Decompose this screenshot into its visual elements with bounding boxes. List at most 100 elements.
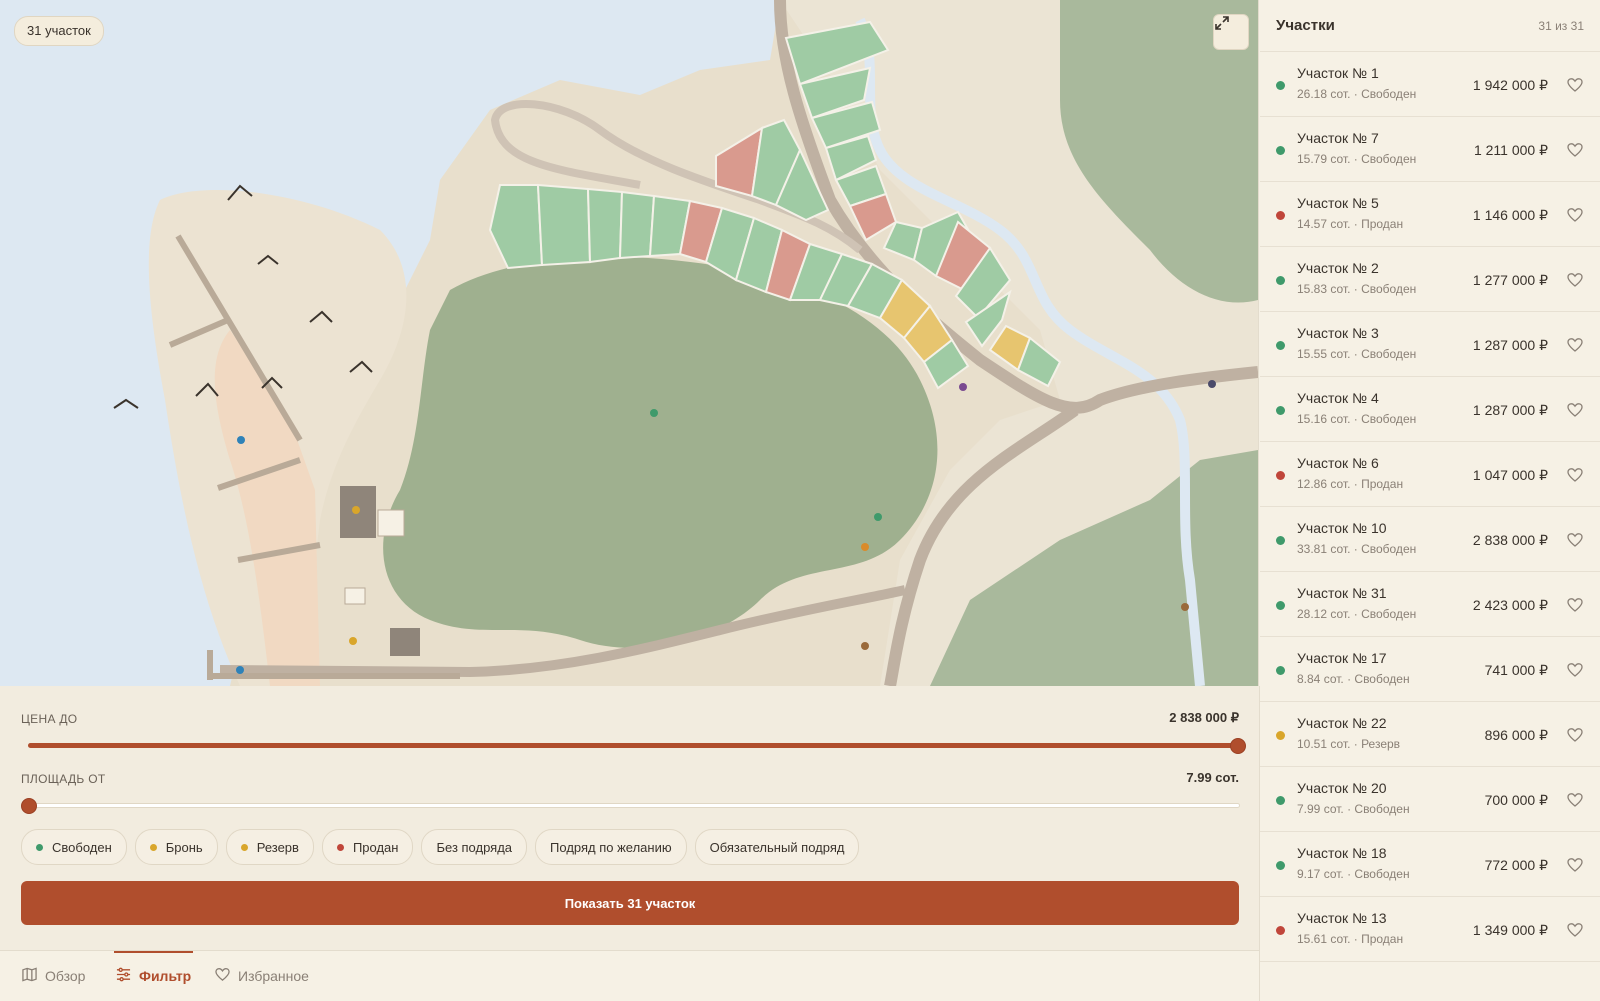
heart-icon[interactable] bbox=[1564, 204, 1586, 226]
site-map[interactable]: 31 участок bbox=[0, 0, 1259, 686]
chip-label: Свободен bbox=[52, 839, 112, 855]
chip-contract-optional[interactable]: Подряд по желанию bbox=[535, 829, 687, 865]
plot-price: 1 349 000 ₽ bbox=[1472, 922, 1548, 938]
chip-reserve[interactable]: Резерв bbox=[225, 829, 314, 865]
heart-icon[interactable] bbox=[1564, 724, 1586, 746]
building bbox=[377, 509, 405, 537]
status-chips: Свободен Бронь Резерв Продан Без подряда… bbox=[21, 829, 860, 865]
status-dot-icon bbox=[1276, 341, 1285, 350]
heart-icon[interactable] bbox=[1564, 464, 1586, 486]
tab-filter[interactable]: Фильтр bbox=[114, 951, 194, 1001]
poi-marker[interactable] bbox=[236, 666, 244, 674]
chip-sold[interactable]: Продан bbox=[321, 829, 414, 865]
plot-row[interactable]: Участок № 4 15.16 сот. · Свободен 1 287 … bbox=[1260, 377, 1600, 442]
heart-icon[interactable] bbox=[1564, 529, 1586, 551]
plot-name: Участок № 1 bbox=[1297, 65, 1379, 81]
heart-icon[interactable] bbox=[1564, 334, 1586, 356]
plot-row[interactable]: Участок № 1 26.18 сот. · Свободен 1 942 … bbox=[1260, 52, 1600, 117]
plot-price: 1 287 000 ₽ bbox=[1472, 402, 1548, 418]
status-dot-icon bbox=[1276, 926, 1285, 935]
plot-name: Участок № 4 bbox=[1297, 390, 1379, 406]
plot-price: 1 211 000 ₽ bbox=[1473, 142, 1548, 158]
plot-shape[interactable] bbox=[488, 184, 544, 270]
plot-row[interactable]: Участок № 17 8.84 сот. · Свободен 741 00… bbox=[1260, 637, 1600, 702]
building bbox=[344, 587, 366, 605]
panel-count: 31 из 31 bbox=[1538, 18, 1584, 33]
map-icon bbox=[22, 967, 37, 985]
poi-marker[interactable] bbox=[650, 409, 658, 417]
plot-row[interactable]: Участок № 5 14.57 сот. · Продан 1 146 00… bbox=[1260, 182, 1600, 247]
poi-marker[interactable] bbox=[349, 637, 357, 645]
plot-name: Участок № 6 bbox=[1297, 455, 1379, 471]
plot-name: Участок № 10 bbox=[1297, 520, 1387, 536]
plot-price: 896 000 ₽ bbox=[1484, 727, 1548, 743]
chip-booked[interactable]: Бронь bbox=[134, 829, 218, 865]
poi-marker[interactable] bbox=[861, 543, 869, 551]
area-slider-thumb[interactable] bbox=[21, 798, 37, 814]
plot-shape[interactable] bbox=[536, 183, 592, 267]
poi-marker[interactable] bbox=[1181, 603, 1189, 611]
plot-price: 1 287 000 ₽ bbox=[1472, 337, 1548, 353]
plot-row[interactable]: Участок № 2 15.83 сот. · Свободен 1 277 … bbox=[1260, 247, 1600, 312]
poi-marker[interactable] bbox=[352, 506, 360, 514]
price-slider[interactable] bbox=[28, 743, 1238, 748]
heart-icon[interactable] bbox=[1564, 74, 1586, 96]
plot-name: Участок № 22 bbox=[1297, 715, 1387, 731]
chip-free[interactable]: Свободен bbox=[21, 829, 127, 865]
plot-meta: 15.16 сот. · Свободен bbox=[1297, 412, 1417, 426]
heart-icon[interactable] bbox=[1564, 139, 1586, 161]
plot-row[interactable]: Участок № 20 7.99 сот. · Свободен 700 00… bbox=[1260, 767, 1600, 832]
plot-shape[interactable] bbox=[618, 190, 656, 260]
map-canvas[interactable] bbox=[0, 0, 1258, 686]
plot-row[interactable]: Участок № 6 12.86 сот. · Продан 1 047 00… bbox=[1260, 442, 1600, 507]
chip-no-contract[interactable]: Без подряда bbox=[421, 829, 528, 865]
poi-marker[interactable] bbox=[874, 513, 882, 521]
expand-button[interactable] bbox=[1213, 14, 1249, 50]
price-label: ЦЕНА ДО bbox=[21, 712, 78, 726]
plot-row[interactable]: Участок № 10 33.81 сот. · Свободен 2 838… bbox=[1260, 507, 1600, 572]
heart-icon[interactable] bbox=[1564, 659, 1586, 681]
heart-icon[interactable] bbox=[1564, 789, 1586, 811]
forest-central bbox=[383, 256, 938, 648]
status-dot-icon bbox=[1276, 796, 1285, 805]
show-plots-button[interactable]: Показать 31 участок bbox=[21, 881, 1239, 925]
chip-contract-required[interactable]: Обязательный подряд bbox=[694, 829, 860, 865]
poi-marker[interactable] bbox=[237, 436, 245, 444]
plot-shape[interactable] bbox=[586, 187, 624, 264]
plot-price: 2 838 000 ₽ bbox=[1472, 532, 1548, 548]
heart-icon[interactable] bbox=[1564, 594, 1586, 616]
plot-row[interactable]: Участок № 13 15.61 сот. · Продан 1 349 0… bbox=[1260, 897, 1600, 962]
tab-favorites[interactable]: Избранное bbox=[215, 951, 309, 1001]
plot-row[interactable]: Участок № 3 15.55 сот. · Свободен 1 287 … bbox=[1260, 312, 1600, 377]
plot-name: Участок № 31 bbox=[1297, 585, 1387, 601]
plot-meta: 9.17 сот. · Свободен bbox=[1297, 867, 1410, 881]
heart-icon[interactable] bbox=[1564, 399, 1586, 421]
plot-price: 741 000 ₽ bbox=[1484, 662, 1548, 678]
heart-icon[interactable] bbox=[1564, 854, 1586, 876]
area-slider[interactable] bbox=[28, 803, 1240, 808]
poi-marker[interactable] bbox=[959, 383, 967, 391]
plot-meta: 15.83 сот. · Свободен bbox=[1297, 282, 1417, 296]
plot-row[interactable]: Участок № 22 10.51 сот. · Резерв 896 000… bbox=[1260, 702, 1600, 767]
status-dot-icon bbox=[240, 843, 248, 851]
chip-label: Резерв bbox=[256, 839, 299, 855]
status-dot-icon bbox=[1276, 536, 1285, 545]
tab-overview[interactable]: Обзор bbox=[22, 951, 85, 1001]
plot-name: Участок № 17 bbox=[1297, 650, 1387, 666]
panel-header: Участки 31 из 31 bbox=[1260, 0, 1600, 52]
plot-meta: 10.51 сот. · Резерв bbox=[1297, 737, 1401, 751]
status-dot-icon bbox=[1276, 211, 1285, 220]
price-slider-thumb[interactable] bbox=[1230, 738, 1246, 754]
plot-row[interactable]: Участок № 31 28.12 сот. · Свободен 2 423… bbox=[1260, 572, 1600, 637]
poi-marker[interactable] bbox=[861, 642, 869, 650]
plot-price: 772 000 ₽ bbox=[1484, 857, 1548, 873]
filter-panel: ЦЕНА ДО 2 838 000 ₽ ПЛОЩАДЬ ОТ 7.99 сот.… bbox=[0, 686, 1260, 950]
plot-row[interactable]: Участок № 18 9.17 сот. · Свободен 772 00… bbox=[1260, 832, 1600, 897]
heart-icon[interactable] bbox=[1564, 919, 1586, 941]
poi-marker[interactable] bbox=[1208, 380, 1216, 388]
panel-title: Участки bbox=[1276, 17, 1335, 34]
heart-icon[interactable] bbox=[1564, 269, 1586, 291]
plot-meta: 14.57 сот. · Продан bbox=[1297, 217, 1404, 231]
plot-row[interactable]: Участок № 7 15.79 сот. · Свободен 1 211 … bbox=[1260, 117, 1600, 182]
plot-meta: 8.84 сот. · Свободен bbox=[1297, 672, 1410, 686]
